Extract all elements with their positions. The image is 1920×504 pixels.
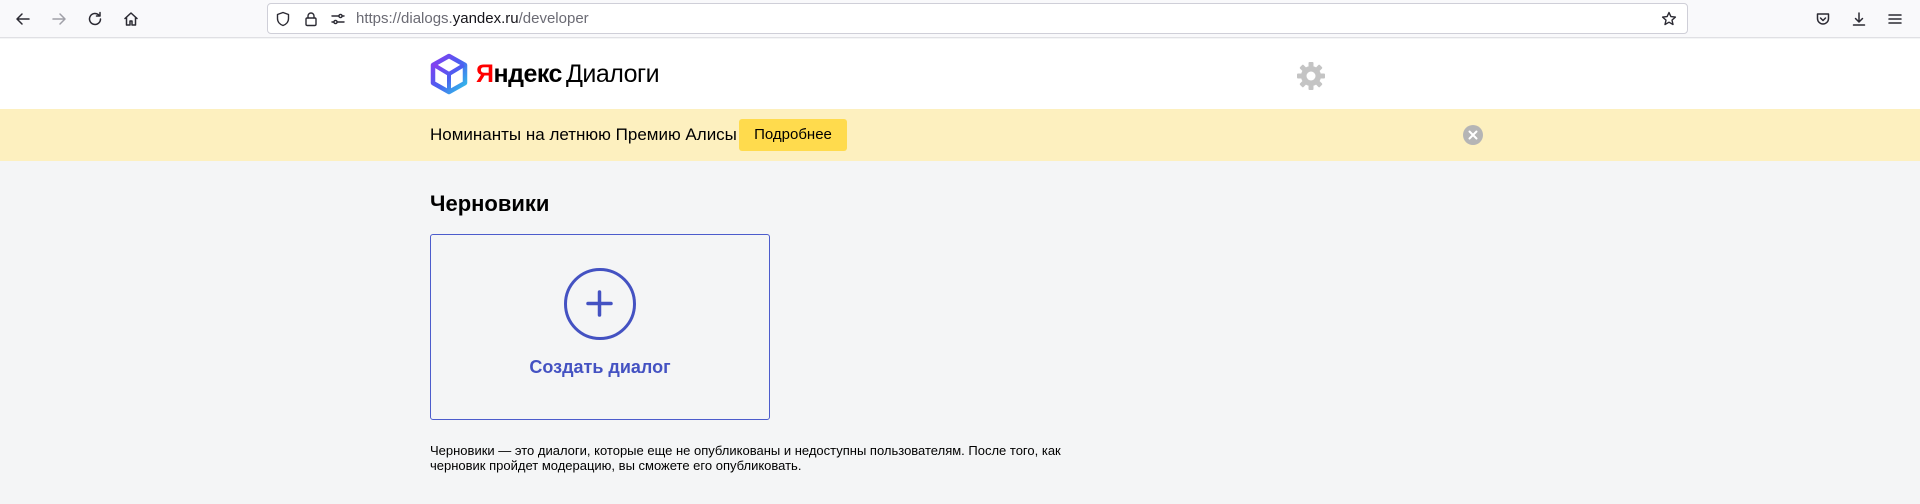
drafts-title: Черновики: [430, 191, 550, 216]
logo-ndex: ндекс: [493, 59, 562, 88]
yandex-dialogs-logo[interactable]: Яндекс Диалоги: [430, 53, 660, 95]
cube-logo-icon: [430, 53, 468, 95]
permissions-icon[interactable]: [330, 11, 346, 27]
logo-ya: Я: [476, 59, 494, 88]
forward-icon: [52, 13, 66, 25]
lock-icon[interactable]: [303, 11, 319, 27]
pocket-icon: [1816, 13, 1830, 25]
url-prefix: https://dialogs.: [356, 10, 453, 27]
url-domain: yandex.ru: [452, 10, 519, 27]
bookmark-star-icon[interactable]: [1661, 11, 1677, 27]
home-icon: [124, 12, 138, 26]
reload-icon: [88, 11, 102, 26]
banner-close-button[interactable]: [1463, 125, 1483, 145]
drafts-description: Черновики — это диалоги, которые еще не …: [430, 443, 1061, 473]
pocket-button[interactable]: [1809, 5, 1837, 33]
menu-icon: [1888, 14, 1902, 24]
create-dialog-label: Создать диалог: [529, 357, 671, 377]
create-dialog-card[interactable]: Создать диалог: [430, 234, 770, 420]
site-header: Яндекс Диалоги: [0, 39, 1920, 109]
plus-circle-icon: [564, 268, 636, 340]
url-bar[interactable]: https://dialogs.yandex.ru/developer: [267, 3, 1688, 34]
logo-product: Диалоги: [565, 59, 660, 88]
download-icon: [1852, 12, 1866, 26]
browser-toolbar: https://dialogs.yandex.ru/developer: [0, 0, 1920, 38]
shield-icon[interactable]: [275, 11, 291, 27]
app-menu-button[interactable]: [1881, 5, 1909, 33]
downloads-button[interactable]: [1845, 5, 1873, 33]
promo-banner: Номинанты на летнюю Премию Алисы Подробн…: [0, 109, 1920, 161]
home-button[interactable]: [117, 5, 145, 33]
close-icon: [1468, 130, 1478, 140]
banner-text: Номинанты на летнюю Премию Алисы: [430, 125, 737, 144]
more-button[interactable]: Подробнее: [739, 119, 847, 151]
forward-button[interactable]: [45, 5, 73, 33]
url-text[interactable]: https://dialogs.yandex.ru/developer: [356, 10, 589, 28]
logo-wordmark: Яндекс Диалоги: [476, 59, 660, 89]
gear-icon[interactable]: [1296, 61, 1326, 91]
reload-button[interactable]: [81, 5, 109, 33]
back-button[interactable]: [9, 5, 37, 33]
url-path: /developer: [518, 10, 589, 27]
back-icon: [16, 13, 30, 25]
